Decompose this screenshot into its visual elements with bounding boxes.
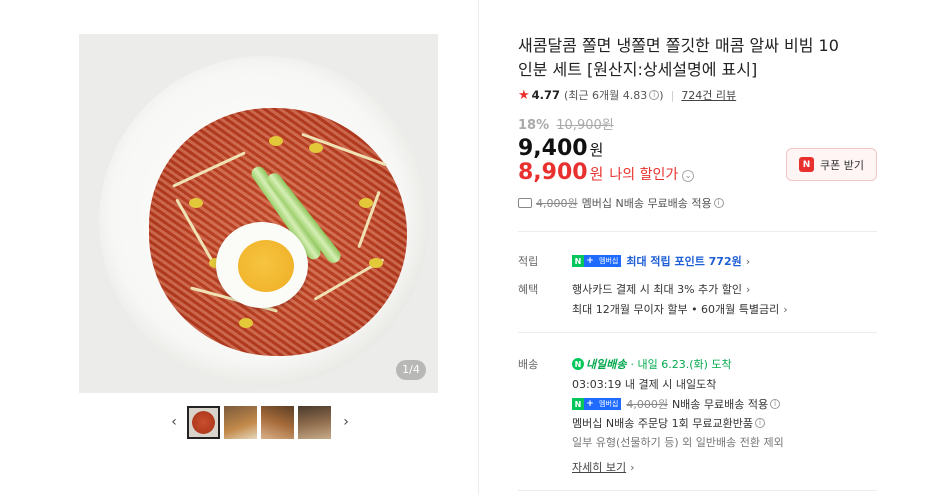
- bean-graphic: [309, 143, 323, 153]
- exception-text: 일부 유형(선물하기 등) 외 일반배송 전환 제외: [572, 436, 784, 449]
- thumbnail-4[interactable]: [298, 405, 331, 439]
- exchange-row: 멤버십 N배송 주문당 1회 무료교환반품 i: [572, 415, 766, 431]
- yolk-graphic: [238, 240, 294, 292]
- naver-n-icon: N: [572, 398, 584, 410]
- chevron-right-icon: ›: [745, 254, 751, 268]
- plus-icon: +: [584, 398, 596, 410]
- info-icon[interactable]: i: [649, 90, 660, 100]
- coupon-label: 쿠폰 받기: [820, 158, 864, 172]
- membership-text: 멤버십: [596, 255, 622, 267]
- product-main-image[interactable]: [79, 34, 438, 393]
- chevron-right-icon: ›: [343, 414, 349, 430]
- bean-graphic: [359, 198, 373, 208]
- tomorrow-delivery-icon: N: [572, 358, 584, 370]
- original-price: 10,900원: [556, 118, 614, 133]
- column-divider: [478, 0, 479, 495]
- bean-graphic: [269, 136, 283, 146]
- my-price-row[interactable]: 8,900 원 나의 할인가 ⌄: [518, 160, 695, 185]
- exchange-text: 멤버십 N배송 주문당 1회 무료교환반품: [572, 417, 754, 430]
- plate-graphic: [99, 56, 429, 386]
- info-icon[interactable]: i: [713, 198, 724, 208]
- arrival-date: · 내일 6.23.(화) 도착: [630, 358, 732, 371]
- thumbnail-1[interactable]: [187, 405, 220, 439]
- exception-row: 일부 유형(선물하기 등) 외 일반배송 전환 제외: [572, 434, 784, 450]
- free-shipping-row: N + 멤버십 4,000원 N배송 무료배송 적용 i: [572, 396, 781, 412]
- shipping-original-fee: 4,000원: [626, 398, 668, 411]
- chevron-down-icon[interactable]: ⌄: [682, 170, 695, 182]
- info-icon[interactable]: i: [770, 399, 781, 409]
- coupon-button[interactable]: N 쿠폰 받기: [786, 148, 877, 181]
- sprout-graphic: [172, 151, 246, 188]
- delivery-label: 배송: [518, 358, 539, 371]
- egg-graphic: [216, 222, 308, 308]
- rating-recent-close: ): [659, 88, 664, 102]
- rating-score: 4.77: [531, 88, 561, 102]
- benefits-label: 혜택: [518, 283, 539, 296]
- plus-icon: +: [584, 255, 596, 267]
- review-link[interactable]: 724건 리뷰: [681, 87, 736, 103]
- thumbnail-2[interactable]: [224, 405, 257, 439]
- chevron-left-icon: ‹: [171, 414, 177, 430]
- thumbnail-strip: ‹ ›: [165, 405, 355, 439]
- shipping-original-fee: 4,000원: [536, 197, 578, 210]
- bean-graphic: [189, 198, 203, 208]
- details-link[interactable]: 자세히 보기: [572, 459, 626, 475]
- details-link-row[interactable]: 자세히 보기 ›: [572, 459, 635, 475]
- shipping-note-text: 멤버십 N배송 무료배송 적용: [581, 197, 712, 210]
- chevron-right-icon: ›: [630, 460, 635, 474]
- installment-row[interactable]: 최대 12개월 무이자 할부 • 60개월 특별금리 ›: [572, 301, 788, 317]
- points-row[interactable]: N + 멤버십 최대 적립 포인트 772원 ›: [572, 253, 750, 269]
- my-price-unit: 원: [589, 165, 604, 183]
- bean-graphic: [369, 258, 383, 268]
- discount-row: 18% 10,900원: [518, 114, 614, 133]
- naver-n-icon: N: [799, 157, 814, 172]
- card-benefit-text: 행사카드 결제 시 최대 3% 추가 할인: [572, 283, 742, 296]
- truck-icon: [518, 198, 532, 208]
- rating-row: ★ 4.77 (최근 6개월 4.83 i) | 724건 리뷰: [518, 87, 736, 103]
- membership-badge: N + 멤버십: [572, 398, 622, 410]
- image-counter: 1/4: [396, 360, 426, 380]
- tomorrow-delivery-row: N 내일배송 · 내일 6.23.(화) 도착: [572, 356, 732, 372]
- max-points: 최대 적립 포인트 772원: [626, 255, 742, 268]
- countdown-row: 03:03:19 내 결제 시 내일도착: [572, 376, 716, 392]
- countdown-text: 03:03:19 내 결제 시 내일도착: [572, 378, 717, 391]
- membership-text: 멤버십: [596, 398, 622, 410]
- installment-text: 최대 12개월 무이자 할부 • 60개월 특별금리: [572, 303, 780, 316]
- tomorrow-delivery-brand: 내일배송: [586, 358, 627, 371]
- naver-n-icon: N: [572, 255, 584, 267]
- points-label: 적립: [518, 255, 539, 268]
- product-title: 새콤달콤 쫄면 냉쫄면 쫄깃한 매콤 알싸 비빔 10인분 세트 [원산지:상세…: [518, 36, 839, 79]
- thumbnail-3[interactable]: [261, 405, 294, 439]
- free-shipping-text: N배송 무료배송 적용: [671, 398, 769, 411]
- info-icon[interactable]: i: [755, 418, 766, 428]
- prev-image-button[interactable]: ‹: [165, 405, 183, 439]
- membership-badge: N + 멤버십: [572, 255, 622, 267]
- chevron-right-icon: ›: [746, 282, 751, 296]
- section-divider: [518, 332, 877, 333]
- section-divider: [518, 231, 877, 232]
- sale-price: 9,400: [518, 136, 588, 161]
- price-unit: 원: [589, 141, 604, 159]
- rating-recent: (최근 6개월 4.83: [564, 89, 648, 102]
- shipping-note: 4,000원 멤버십 N배송 무료배송 적용 i: [518, 195, 724, 211]
- chevron-right-icon: ›: [783, 302, 788, 316]
- card-benefit-row[interactable]: 행사카드 결제 시 최대 3% 추가 할인 ›: [572, 281, 750, 297]
- star-icon: ★: [518, 87, 530, 103]
- next-image-button[interactable]: ›: [337, 405, 355, 439]
- my-discount-price: 8,900: [518, 160, 588, 185]
- thumbnail-image: [192, 410, 215, 434]
- discount-rate: 18%: [518, 118, 550, 133]
- price-row: 9,400 원: [518, 136, 603, 161]
- my-discount-label: 나의 할인가: [609, 167, 679, 183]
- separator: |: [670, 88, 675, 102]
- bean-graphic: [239, 318, 253, 328]
- section-divider: [518, 490, 877, 491]
